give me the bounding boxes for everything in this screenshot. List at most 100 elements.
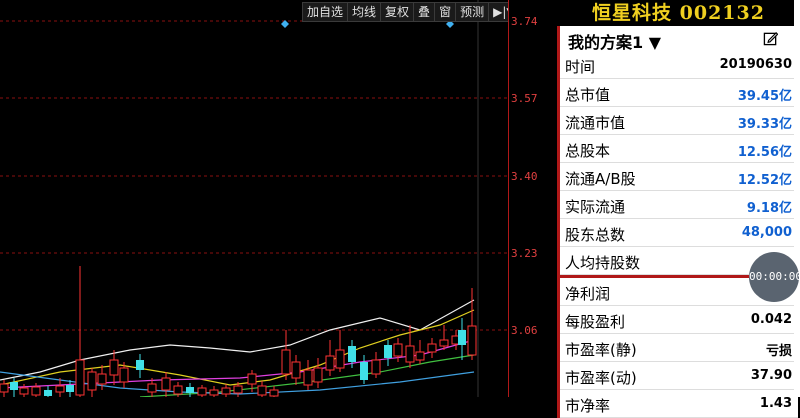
price-tick: 3.57: [511, 92, 538, 105]
info-row-value: 亏损: [765, 344, 792, 359]
info-row-label: 时间: [565, 58, 596, 76]
right-edge-strip: [794, 0, 800, 397]
candle-body: [415, 351, 425, 361]
candle-body: [19, 387, 29, 395]
info-row-value: 0.042: [750, 312, 792, 327]
info-row-value: 1.43: [759, 396, 792, 411]
info-row-value: 39.45亿: [737, 89, 792, 104]
candle-body: [161, 377, 171, 391]
moving-average-line: [0, 309, 475, 386]
scheme-selector[interactable]: 我的方案1 ▼: [557, 26, 798, 53]
info-row-label: 实际流通: [565, 198, 626, 216]
info-row: 流通市值 39.33亿: [560, 107, 798, 135]
info-row: 总市值 39.45亿: [560, 79, 798, 107]
moving-average-button[interactable]: 均线: [348, 3, 382, 21]
info-row-label: 流通市值: [565, 114, 626, 132]
window-button[interactable]: 窗: [435, 3, 457, 21]
candle-body: [147, 383, 157, 393]
kline-svg: [0, 0, 508, 397]
candle-body: [291, 361, 301, 379]
moving-average-line: [0, 339, 475, 389]
stock-title: 恒星科技 002132: [592, 2, 765, 24]
candle-body: [44, 390, 52, 396]
candle-body: [66, 385, 74, 392]
info-row: 股东总数 48,000: [560, 219, 798, 247]
info-row-value: 12.52亿: [737, 173, 792, 188]
candle-body: [360, 362, 368, 380]
candle-body: [335, 349, 345, 369]
info-row-value: 37.90: [750, 368, 792, 383]
candle-body: [10, 382, 18, 390]
scheme-label[interactable]: 我的方案1 ▼: [568, 29, 661, 53]
candle-body: [55, 385, 65, 393]
candle-body: [384, 345, 392, 358]
info-panel: 恒星科技 002132 我的方案1 ▼ 时间 20190630 总市值 39.45亿流…: [557, 0, 800, 418]
info-row-label: 市盈率(动): [565, 369, 637, 387]
candle-body: [0, 383, 9, 393]
candle-body: [405, 345, 415, 363]
candle-body: [87, 371, 97, 391]
candle-body: [313, 367, 323, 383]
price-axis: 3.74 3.57 3.40 3.23 3.06: [508, 0, 557, 397]
info-row-value: 20190630: [719, 57, 792, 72]
info-row-value: 48,000: [741, 225, 792, 240]
candle-body: [439, 339, 449, 347]
overlay-button[interactable]: 叠: [414, 3, 436, 21]
info-row-label: 每股盈利: [565, 313, 626, 331]
info-row: 市盈率(动) 37.90: [560, 362, 798, 390]
candle-body: [257, 385, 267, 396]
candle-body: [393, 343, 403, 357]
info-row-label: 净利润: [565, 285, 611, 303]
info-row-label: 市净率: [565, 397, 611, 415]
info-row-label: 股东总数: [565, 226, 626, 244]
candle-body: [173, 385, 183, 395]
candle-body: [186, 387, 194, 393]
candle-body: [97, 373, 107, 385]
price-tick: 3.06: [511, 324, 538, 337]
info-row: 每股盈利 0.042: [560, 306, 798, 334]
info-row: 实际流通 9.18亿: [560, 191, 798, 219]
info-row-label: 流通A/B股: [565, 170, 636, 188]
info-row-value: 9.18亿: [746, 201, 792, 216]
candle-body: [467, 325, 477, 356]
candle-body: [371, 359, 381, 375]
price-tick: 3.74: [511, 15, 538, 28]
candle-body: [221, 387, 231, 395]
add-watchlist-button[interactable]: 加自选: [303, 3, 349, 21]
fundamentals-table: 时间 20190630 总市值 39.45亿 流通市值 39.33亿 总股本 12.56亿 流通…: [557, 51, 798, 418]
candle-body: [281, 349, 291, 375]
info-row-value: 39.33亿: [737, 117, 792, 132]
price-tick: 3.23: [511, 247, 538, 260]
chart-toolbar: 加自选 均线 复权 叠 窗 预测 ▶|▼: [302, 2, 521, 22]
candle-body: [233, 385, 243, 394]
info-row: 流通A/B股 12.52亿: [560, 163, 798, 191]
candle-body: [75, 359, 85, 396]
candle-body: [136, 360, 144, 370]
candle-body: [31, 386, 41, 396]
candle-body: [119, 367, 129, 383]
candle-body: [458, 330, 466, 345]
candle-body: [427, 343, 437, 353]
candle-body: [209, 389, 219, 396]
candle-body: [269, 389, 279, 397]
candle-body: [247, 373, 257, 385]
candle-body: [197, 387, 207, 396]
info-row: 市净率 1.43: [560, 390, 798, 418]
info-row-label: 总股本: [565, 142, 611, 160]
info-row: 时间 20190630: [560, 51, 798, 79]
edit-icon[interactable]: [763, 31, 778, 46]
info-row-value: 12.56亿: [737, 145, 792, 160]
info-row-label: 总市值: [565, 86, 611, 104]
info-row: 总股本 12.56亿: [560, 135, 798, 163]
forecast-button[interactable]: 预测: [456, 3, 490, 21]
candle-body: [325, 355, 335, 371]
time-overlay: 00:00:00: [749, 252, 800, 302]
price-tick: 3.40: [511, 170, 538, 183]
kline-chart[interactable]: 加自选 均线 复权 叠 窗 预测 ▶|▼: [0, 0, 521, 397]
info-row: 市盈率(静) 亏损: [560, 334, 798, 362]
adjust-price-button[interactable]: 复权: [381, 3, 415, 21]
info-row-label: 人均持股数: [565, 254, 641, 272]
info-row-label: 市盈率(静): [565, 341, 637, 359]
candle-body: [348, 346, 356, 362]
candle-body: [303, 369, 313, 386]
